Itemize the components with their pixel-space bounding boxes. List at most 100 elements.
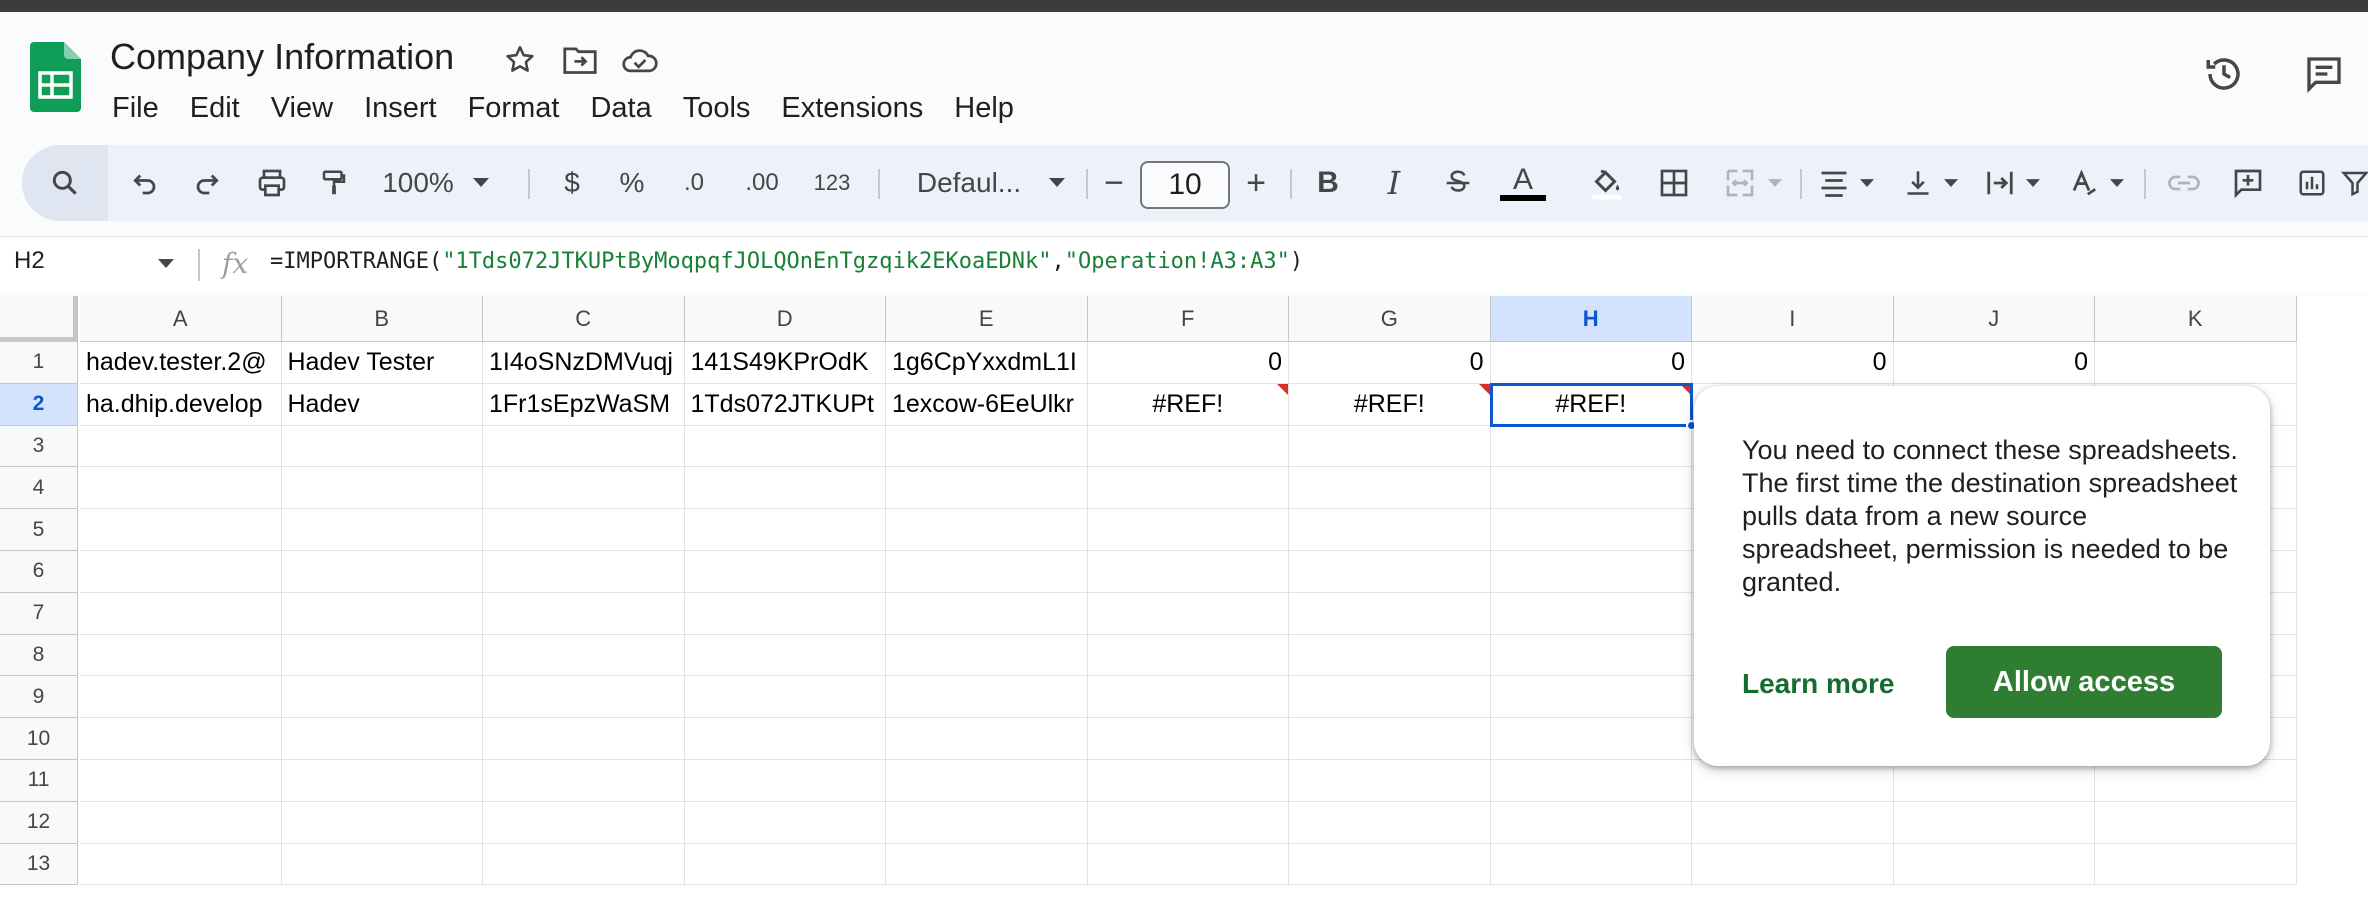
move-folder-icon[interactable] bbox=[560, 40, 600, 80]
cell-e7[interactable] bbox=[886, 592, 1088, 635]
cell-a2[interactable]: ha.dhip.develop bbox=[80, 383, 282, 426]
zoom-select[interactable]: 100% bbox=[378, 159, 458, 207]
cell-i11[interactable] bbox=[1692, 760, 1894, 802]
menu-view[interactable]: View bbox=[271, 86, 333, 131]
cell-h4[interactable] bbox=[1490, 467, 1692, 510]
cell-g3[interactable] bbox=[1289, 425, 1491, 468]
cell-j12[interactable] bbox=[1893, 801, 2095, 844]
version-history-icon[interactable] bbox=[2200, 50, 2248, 98]
column-header-h[interactable]: H bbox=[1490, 296, 1692, 342]
cell-d6[interactable] bbox=[684, 551, 886, 593]
undo-icon[interactable] bbox=[122, 159, 166, 207]
name-box[interactable]: H2 bbox=[14, 247, 45, 275]
vertical-align-icon[interactable] bbox=[1898, 159, 1938, 207]
cell-f7[interactable] bbox=[1087, 592, 1289, 635]
cell-a6[interactable] bbox=[80, 551, 282, 593]
cell-g12[interactable] bbox=[1289, 801, 1491, 844]
cell-d7[interactable] bbox=[684, 592, 886, 635]
row-header-12[interactable]: 12 bbox=[0, 801, 78, 844]
cell-d10[interactable] bbox=[684, 718, 886, 760]
cell-k12[interactable] bbox=[2095, 801, 2297, 844]
cell-b5[interactable] bbox=[281, 509, 483, 551]
cell-h1[interactable]: 0 bbox=[1490, 342, 1692, 384]
text-rotation-dropdown-icon[interactable] bbox=[2104, 159, 2130, 207]
cell-k13[interactable] bbox=[2095, 843, 2297, 886]
cloud-saved-icon[interactable] bbox=[620, 40, 660, 80]
cell-d5[interactable] bbox=[684, 509, 886, 551]
cell-h10[interactable] bbox=[1490, 718, 1692, 760]
insert-comment-icon[interactable] bbox=[2226, 159, 2270, 207]
row-header-6[interactable]: 6 bbox=[0, 551, 78, 593]
column-header-j[interactable]: J bbox=[1893, 296, 2095, 342]
column-header-k[interactable]: K bbox=[2095, 296, 2297, 342]
cell-j11[interactable] bbox=[1893, 760, 2095, 802]
horizontal-align-dropdown-icon[interactable] bbox=[1854, 159, 1880, 207]
italic-button[interactable]: I bbox=[1372, 159, 1416, 207]
cell-b1[interactable]: Hadev Tester bbox=[281, 342, 483, 384]
cell-g9[interactable] bbox=[1289, 676, 1491, 719]
cell-f10[interactable] bbox=[1087, 718, 1289, 760]
cell-h7[interactable] bbox=[1490, 592, 1692, 635]
star-icon[interactable] bbox=[500, 40, 540, 80]
cell-a5[interactable] bbox=[80, 509, 282, 551]
cell-e1[interactable]: 1g6CpYxxdmL1I bbox=[886, 342, 1088, 384]
cell-i1[interactable]: 0 bbox=[1692, 342, 1894, 384]
cell-c5[interactable] bbox=[483, 509, 685, 551]
text-rotation-icon[interactable] bbox=[2064, 159, 2104, 207]
cell-b8[interactable] bbox=[281, 634, 483, 677]
filter-icon[interactable] bbox=[2340, 159, 2368, 207]
cell-k11[interactable] bbox=[2095, 760, 2297, 802]
cell-i12[interactable] bbox=[1692, 801, 1894, 844]
row-header-2[interactable]: 2 bbox=[0, 383, 78, 426]
cell-a3[interactable] bbox=[80, 425, 282, 468]
cell-e8[interactable] bbox=[886, 634, 1088, 677]
decrease-font-size-button[interactable]: − bbox=[1094, 159, 1134, 207]
cell-e6[interactable] bbox=[886, 551, 1088, 593]
cell-e5[interactable] bbox=[886, 509, 1088, 551]
cell-h5[interactable] bbox=[1490, 509, 1692, 551]
column-header-d[interactable]: D bbox=[684, 296, 886, 342]
row-header-11[interactable]: 11 bbox=[0, 760, 78, 802]
cell-g2[interactable]: #REF! bbox=[1289, 383, 1491, 426]
cell-d13[interactable] bbox=[684, 843, 886, 886]
increase-decimal-button[interactable]: .00 bbox=[734, 159, 790, 207]
fill-color-icon[interactable] bbox=[1582, 159, 1632, 207]
menu-file[interactable]: File bbox=[112, 86, 159, 131]
cell-d3[interactable] bbox=[684, 425, 886, 468]
insert-chart-icon[interactable] bbox=[2290, 159, 2334, 207]
redo-icon[interactable] bbox=[186, 159, 230, 207]
name-box-dropdown-icon[interactable] bbox=[158, 259, 174, 268]
cell-g13[interactable] bbox=[1289, 843, 1491, 886]
cell-d2[interactable]: 1Tds072JTKUPt bbox=[684, 383, 886, 426]
text-color-button[interactable]: A bbox=[1498, 159, 1548, 207]
cell-a7[interactable] bbox=[80, 592, 282, 635]
menu-edit[interactable]: Edit bbox=[190, 86, 240, 131]
increase-font-size-button[interactable]: + bbox=[1236, 159, 1276, 207]
cell-d11[interactable] bbox=[684, 760, 886, 802]
cell-b6[interactable] bbox=[281, 551, 483, 593]
cell-e4[interactable] bbox=[886, 467, 1088, 510]
cell-g1[interactable]: 0 bbox=[1289, 342, 1491, 384]
cell-c4[interactable] bbox=[483, 467, 685, 510]
strikethrough-icon[interactable] bbox=[1436, 159, 1480, 207]
column-header-e[interactable]: E bbox=[886, 296, 1088, 342]
row-header-10[interactable]: 10 bbox=[0, 718, 78, 760]
menu-extensions[interactable]: Extensions bbox=[781, 86, 923, 131]
cell-f11[interactable] bbox=[1087, 760, 1289, 802]
comments-icon[interactable] bbox=[2300, 50, 2348, 98]
cell-f5[interactable] bbox=[1087, 509, 1289, 551]
formula-input[interactable]: =IMPORTRANGE("1Tds072JTKUPtByMoqpqfJOLQO… bbox=[270, 249, 1303, 274]
cell-f12[interactable] bbox=[1087, 801, 1289, 844]
learn-more-link[interactable]: Learn more bbox=[1742, 668, 1895, 700]
cell-i13[interactable] bbox=[1692, 843, 1894, 886]
cell-g11[interactable] bbox=[1289, 760, 1491, 802]
cell-f3[interactable] bbox=[1087, 425, 1289, 468]
font-select[interactable]: Defaul... bbox=[894, 159, 1044, 207]
cell-c1[interactable]: 1I4oSNzDMVuqj bbox=[483, 342, 685, 384]
row-header-7[interactable]: 7 bbox=[0, 592, 78, 635]
cell-a4[interactable] bbox=[80, 467, 282, 510]
vertical-align-dropdown-icon[interactable] bbox=[1938, 159, 1964, 207]
menu-data[interactable]: Data bbox=[590, 86, 651, 131]
cell-h13[interactable] bbox=[1490, 843, 1692, 886]
cell-c12[interactable] bbox=[483, 801, 685, 844]
